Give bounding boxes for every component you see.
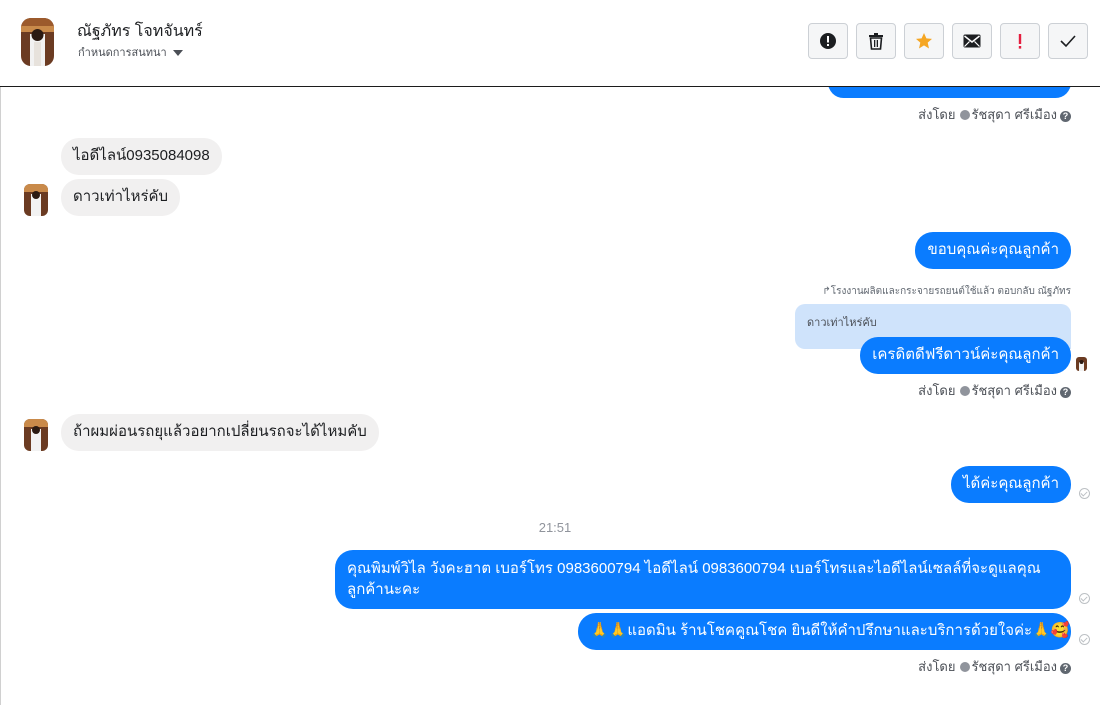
delete-button[interactable] [856, 23, 896, 59]
outgoing-message: ขอบคุณค่ะคุณลูกค้า [915, 232, 1071, 269]
star-button[interactable] [904, 23, 944, 59]
help-icon: ? [1060, 387, 1071, 398]
mark-unread-button[interactable] [952, 23, 992, 59]
mark-done-button[interactable] [1048, 23, 1088, 59]
help-icon: ? [1060, 111, 1071, 122]
sender-avatar-icon [959, 386, 970, 396]
action-toolbar [808, 23, 1088, 59]
outgoing-message: คุณพิมพ์วิไล วังคะฮาต เบอร์โทร 098360079… [335, 550, 1071, 609]
sent-by-label: ส่งโดย รัชสุดา ศรีเมือง? [918, 380, 1071, 401]
contact-avatar[interactable] [21, 18, 54, 66]
star-icon [916, 33, 932, 49]
contact-name: ณัฐภัทร โจทจันทร์ [77, 23, 203, 40]
message-timestamp: 21:51 [538, 520, 572, 535]
sent-by-label: ส่งโดย รัชสุดา ศรีเมือง? [918, 656, 1071, 677]
outgoing-message: 🙏🙏แอดมิน ร้านโชคคูณโชค ยินดีให้คำปรึกษาแ… [578, 613, 1071, 650]
trash-icon [869, 33, 883, 50]
checkmark-icon [1060, 35, 1076, 48]
sender-avatar-icon [959, 110, 970, 120]
delivered-check-icon [1079, 488, 1090, 499]
seen-by-avatar [1076, 357, 1087, 371]
incoming-message: ถ้าผมผ่อนรถยุแล้วอยากเปลี่ยนรถจะได้ไหมคั… [61, 414, 379, 451]
outgoing-message-partial [828, 87, 1071, 98]
envelope-icon [963, 34, 981, 48]
help-icon: ? [1060, 663, 1071, 674]
delivered-check-icon [1079, 593, 1090, 604]
mark-spam-button[interactable] [808, 23, 848, 59]
delivered-check-icon [1079, 634, 1090, 645]
message-thread[interactable]: ส่งโดย รัชสุดา ศรีเมือง? ไอดีไลน์09350840… [0, 87, 1100, 706]
incoming-message: ดาวเท่าไหร่คับ [61, 179, 181, 216]
reply-context-label: ↱โรงงานผลิตและกระจายรถยนต์ใช้แล้ว ตอบกลั… [822, 286, 1071, 297]
sent-by-label: ส่งโดย รัชสุดา ศรีเมือง? [918, 104, 1071, 125]
conversation-header: ณัฐภัทร โจทจันทร์ กำหนดการสนทนา [0, 0, 1100, 87]
sender-avatar-icon [959, 662, 970, 672]
outgoing-message: เครดิตดีฟรีดาวน์ค่ะคุณลูกค้า [860, 337, 1071, 374]
incoming-message: ไอดีไลน์0935084098 [61, 138, 222, 175]
contact-avatar-small [24, 419, 48, 451]
caret-down-icon [172, 50, 183, 57]
outgoing-message: ได้ค่ะคุณลูกค้า [950, 466, 1071, 503]
conversation-settings-dropdown[interactable]: กำหนดการสนทนา [78, 43, 183, 61]
alert-circle-icon [820, 33, 836, 49]
flag-important-button[interactable] [1000, 23, 1040, 59]
conversation-settings-label: กำหนดการสนทนา [78, 47, 167, 59]
exclamation-icon [1018, 34, 1022, 49]
contact-avatar-small [24, 184, 48, 216]
